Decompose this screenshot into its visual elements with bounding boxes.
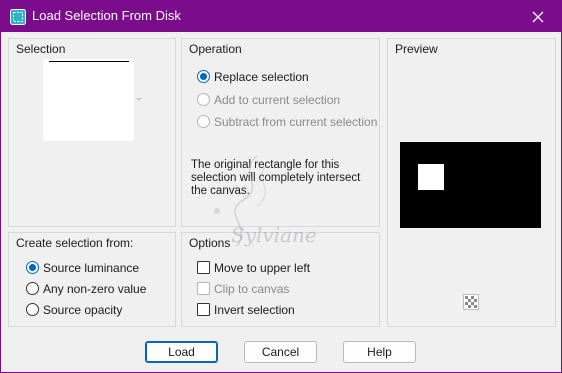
close-button[interactable]	[519, 2, 557, 31]
cancel-button[interactable]: Cancel	[244, 341, 317, 363]
radio-label: Replace selection	[214, 70, 309, 84]
radio-indicator[interactable]	[197, 70, 210, 83]
preview-panel: Preview	[387, 38, 556, 327]
preview-canvas	[400, 142, 541, 228]
radio-label: Source luminance	[43, 261, 140, 275]
window-title: Load Selection From Disk	[32, 8, 181, 23]
checkbox-indicator[interactable]	[197, 261, 210, 274]
selection-panel: Selection	[8, 38, 176, 227]
radio-label: Add to current selection	[214, 93, 341, 107]
radio-label: Any non-zero value	[43, 282, 147, 296]
create-selection-from-panel: Create selection from: Source luminance …	[8, 232, 176, 327]
radio-label: Source opacity	[43, 303, 123, 317]
selection-disk-icon	[10, 9, 26, 25]
checkbox-indicator[interactable]	[197, 303, 210, 316]
radio-indicator[interactable]	[26, 261, 39, 274]
radio-indicator[interactable]	[197, 115, 210, 128]
selection-thumbnail[interactable]	[43, 59, 134, 141]
selection-panel-title: Selection	[16, 42, 66, 56]
operation-panel-title: Operation	[189, 42, 242, 56]
checkbox-label: Clip to canvas	[214, 282, 290, 296]
thumbnail-edge	[49, 61, 129, 62]
checkbox-label: Invert selection	[214, 303, 295, 317]
checkbox-label: Move to upper left	[214, 261, 311, 275]
radio-indicator[interactable]	[26, 282, 39, 295]
create-from-panel-title: Create selection from:	[16, 236, 134, 250]
title-bar[interactable]: Load Selection From Disk	[1, 1, 561, 32]
dialog-window: Load Selection From Disk Selection Opera…	[0, 0, 562, 373]
radio-indicator[interactable]	[26, 303, 39, 316]
transparency-checker-icon[interactable]	[463, 294, 479, 310]
load-button[interactable]: Load	[145, 341, 218, 363]
watermark-text: Sylviane	[231, 223, 317, 247]
checkbox-indicator[interactable]	[197, 282, 210, 295]
preview-selection	[418, 164, 444, 190]
radio-label: Subtract from current selection	[214, 115, 378, 129]
radio-indicator[interactable]	[197, 93, 210, 106]
preview-panel-title: Preview	[395, 42, 438, 56]
help-button[interactable]: Help	[343, 341, 416, 363]
chevron-down-icon[interactable]	[136, 98, 142, 101]
close-icon	[532, 11, 544, 23]
